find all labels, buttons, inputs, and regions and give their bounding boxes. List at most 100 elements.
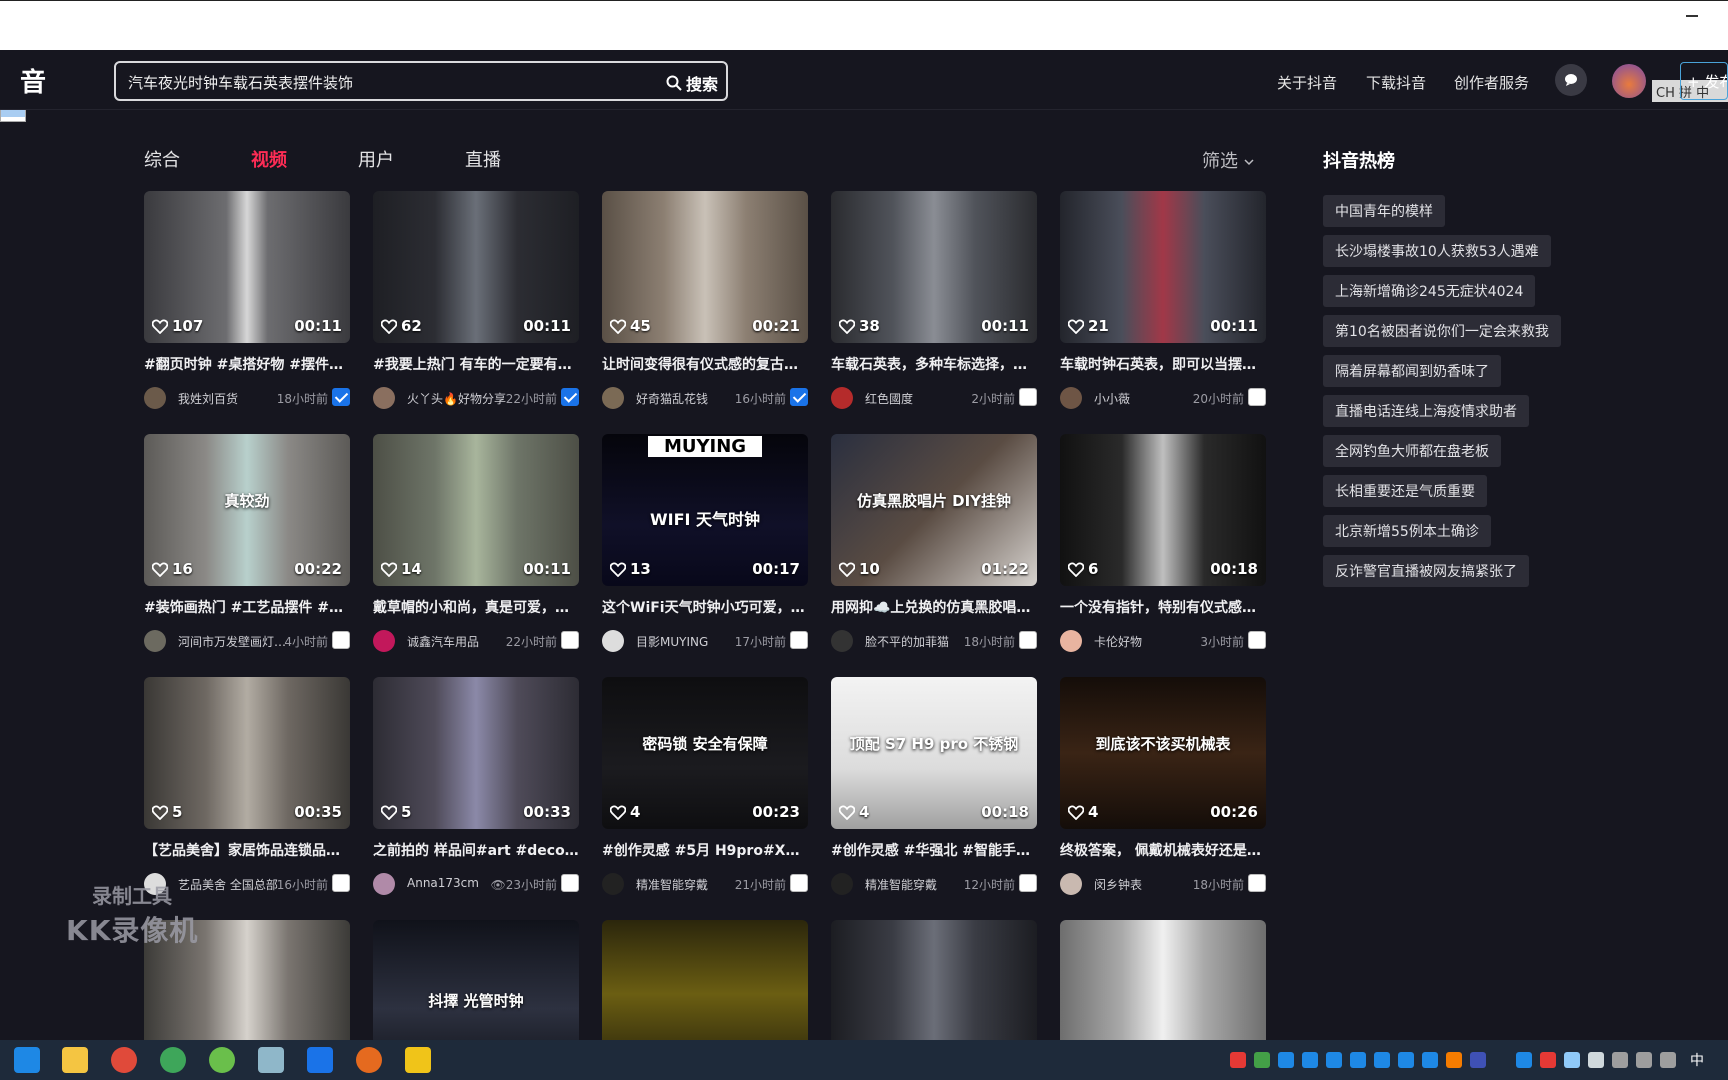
select-checkbox[interactable] [561, 874, 579, 892]
select-checkbox[interactable] [790, 631, 808, 649]
folder-icon[interactable] [62, 1047, 88, 1073]
author-name[interactable]: 精准智能穿戴 [636, 876, 708, 893]
tray-icon[interactable] [1540, 1052, 1556, 1068]
author-name[interactable]: 精准智能穿戴 [865, 876, 937, 893]
tab-video[interactable]: 视频 [251, 146, 358, 172]
author-name[interactable]: 小小薇 [1094, 390, 1130, 407]
author-avatar[interactable] [831, 387, 853, 409]
video-title[interactable]: #翻页时钟 #桌搭好物 #摆件#… [144, 354, 350, 374]
nav-download[interactable]: 下载抖音 [1366, 72, 1426, 93]
video-thumbnail[interactable]: 14 00:11 [373, 434, 579, 586]
select-checkbox[interactable] [1248, 631, 1266, 649]
video-thumbnail[interactable]: 21 00:11 [1060, 191, 1266, 343]
select-checkbox[interactable] [790, 874, 808, 892]
author-name[interactable]: 我姓刘百货 [178, 390, 238, 407]
search-box[interactable]: 汽车夜光时钟车载石英表摆件装饰 搜索 [114, 61, 728, 101]
user-avatar[interactable] [1612, 64, 1646, 98]
author-avatar[interactable] [831, 630, 853, 652]
hot-list-item[interactable]: 直播电话连线上海疫情求助者 [1323, 395, 1529, 427]
video-thumbnail[interactable]: 107 00:11 [144, 191, 350, 343]
tray-icon[interactable] [1422, 1052, 1438, 1068]
video-title[interactable]: #装饰画热门 #工艺品摆件 #苏… [144, 597, 350, 617]
tray-icon[interactable] [1374, 1052, 1390, 1068]
tray-icon[interactable] [1516, 1052, 1532, 1068]
author-avatar[interactable] [373, 873, 395, 895]
video-title[interactable]: 终极答案， 佩戴机械表好还是… [1060, 840, 1266, 860]
recorder-icon[interactable] [405, 1047, 431, 1073]
author-name[interactable]: Anna173cm [407, 876, 479, 890]
select-checkbox[interactable] [1248, 874, 1266, 892]
select-checkbox[interactable] [332, 388, 350, 406]
ie-icon[interactable] [14, 1047, 40, 1073]
video-title[interactable]: 用网抑☁️上兑换的仿真黑胶唱… [831, 597, 1037, 617]
author-name[interactable]: 卡伦好物 [1094, 633, 1142, 650]
video-title[interactable]: 之前拍的 样品间#art #deco… [373, 840, 579, 860]
minimize-icon[interactable] [1686, 15, 1698, 17]
video-title[interactable]: 一个没有指针，特别有仪式感… [1060, 597, 1266, 617]
tray-icon[interactable] [1398, 1052, 1414, 1068]
video-thumbnail[interactable]: MUYING WIFI 天气时钟 13 00:17 [602, 434, 808, 586]
chrome-icon[interactable] [111, 1047, 137, 1073]
author-name[interactable]: 好奇猫乱花钱 [636, 390, 708, 407]
select-checkbox[interactable] [1019, 874, 1037, 892]
author-avatar[interactable] [602, 387, 624, 409]
hot-list-item[interactable]: 中国青年的模样 [1323, 195, 1445, 227]
notepad-icon[interactable] [258, 1047, 284, 1073]
tray-icon[interactable] [1230, 1052, 1246, 1068]
tab-all[interactable]: 综合 [144, 146, 251, 172]
video-thumbnail[interactable]: 5 00:35 [144, 677, 350, 829]
author-avatar[interactable] [144, 387, 166, 409]
author-name[interactable]: 火丫头🔥好物分享 [407, 390, 506, 407]
video-thumbnail[interactable]: 到底该不该买机械表 4 00:26 [1060, 677, 1266, 829]
message-button[interactable] [1555, 64, 1587, 96]
author-avatar[interactable] [1060, 630, 1082, 652]
search-button[interactable]: 搜索 [666, 71, 718, 95]
hot-list-item[interactable]: 长相重要还是气质重要 [1323, 475, 1487, 507]
app-icon[interactable] [209, 1047, 235, 1073]
author-avatar[interactable] [373, 630, 395, 652]
video-title[interactable]: 车载时钟石英表，即可以当摆… [1060, 354, 1266, 374]
tray-icon[interactable] [1470, 1052, 1486, 1068]
editor-icon[interactable] [307, 1047, 333, 1073]
tray-icon[interactable] [1278, 1052, 1294, 1068]
hot-list-item[interactable]: 反诈警官直播被网友搞紧张了 [1323, 555, 1529, 587]
video-title[interactable]: 车载石英表，多种车标选择，… [831, 354, 1037, 374]
select-checkbox[interactable] [332, 631, 350, 649]
site-logo[interactable]: 音 [20, 62, 46, 99]
tray-icon[interactable] [1446, 1052, 1462, 1068]
tray-icon[interactable] [1564, 1052, 1580, 1068]
select-checkbox[interactable] [1248, 388, 1266, 406]
author-avatar[interactable] [1060, 873, 1082, 895]
video-title[interactable]: 这个WiFi天气时钟小巧可爱，… [602, 597, 808, 617]
speaker-icon[interactable] [1612, 1052, 1628, 1068]
author-avatar[interactable] [373, 387, 395, 409]
author-name[interactable]: 闵乡钟表 [1094, 876, 1142, 893]
video-thumbnail[interactable]: 顶配 S7 H9 pro 不锈钢 4 00:18 [831, 677, 1037, 829]
search-input[interactable]: 汽车夜光时钟车载石英表摆件装饰 [128, 72, 353, 93]
hot-list-item[interactable]: 上海新增确诊245无症状4024 [1323, 275, 1536, 307]
video-thumbnail[interactable]: 45 00:21 [602, 191, 808, 343]
video-title[interactable]: #创作灵感 #华强北 #智能手表… [831, 840, 1037, 860]
network-icon[interactable] [1636, 1052, 1652, 1068]
tab-live[interactable]: 直播 [465, 146, 572, 172]
select-checkbox[interactable] [790, 388, 808, 406]
tray-icon[interactable] [1302, 1052, 1318, 1068]
author-avatar[interactable] [144, 630, 166, 652]
author-name[interactable]: 河间市万发壁画灯… [178, 633, 286, 650]
hot-list-item[interactable]: 长沙塌楼事故10人获救53人遇难 [1323, 235, 1551, 267]
author-avatar[interactable] [602, 630, 624, 652]
video-thumbnail[interactable]: 6 00:18 [1060, 434, 1266, 586]
select-checkbox[interactable] [1019, 631, 1037, 649]
video-title[interactable]: #我要上热门 有车的一定要有… [373, 354, 579, 374]
author-avatar[interactable] [831, 873, 853, 895]
ime-taskbar[interactable]: 中 [1690, 1050, 1704, 1070]
video-thumbnail[interactable]: 5 00:33 [373, 677, 579, 829]
filter-button[interactable]: 筛选 [1202, 147, 1254, 173]
tray-icon[interactable] [1350, 1052, 1366, 1068]
select-checkbox[interactable] [561, 388, 579, 406]
video-title[interactable]: 戴草帽的小和尚，真是可爱，… [373, 597, 579, 617]
tab-user[interactable]: 用户 [358, 146, 465, 172]
video-title[interactable]: 让时间变得很有仪式感的复古… [602, 354, 808, 374]
nav-creator[interactable]: 创作者服务 [1454, 72, 1529, 93]
author-name[interactable]: 脸不平的加菲猫 [865, 633, 949, 650]
